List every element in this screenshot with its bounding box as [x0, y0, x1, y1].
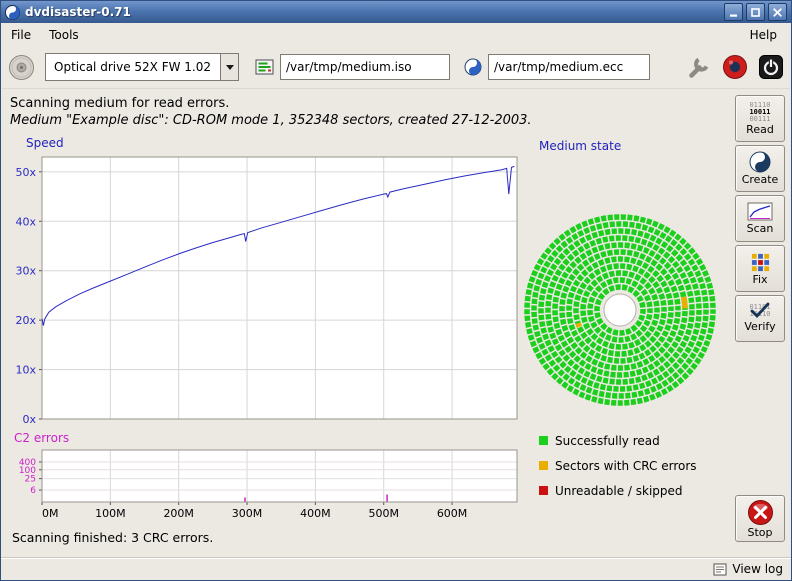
- legend-swatch: [539, 436, 548, 445]
- status-line-2: Medium "Example disc": CD-ROM mode 1, 35…: [10, 113, 532, 128]
- create-button-label: Create: [742, 173, 779, 186]
- stop-icon: [747, 499, 774, 526]
- svg-text:40x: 40x: [15, 215, 36, 228]
- chevron-down-icon: [220, 54, 238, 80]
- scan-result-text: Scanning finished: 3 CRC errors.: [12, 530, 213, 545]
- image-file-icon: [255, 59, 274, 75]
- legend-label: Successfully read: [555, 434, 660, 448]
- menu-file[interactable]: File: [2, 25, 40, 45]
- legend-swatch: [539, 461, 548, 470]
- fix-button-label: Fix: [752, 273, 767, 286]
- stop-button-label: Stop: [747, 526, 772, 539]
- read-button-label: Read: [746, 123, 774, 136]
- drive-icon: [8, 54, 35, 81]
- menu-help[interactable]: Help: [741, 25, 786, 45]
- close-icon: [772, 7, 783, 18]
- view-log-button[interactable]: View log: [713, 562, 783, 576]
- app-icon: [5, 5, 20, 20]
- stop-button[interactable]: Stop: [735, 495, 785, 542]
- svg-text:Speed: Speed: [26, 136, 64, 150]
- legend-swatch: [539, 486, 548, 495]
- minimize-icon: [728, 7, 739, 18]
- fix-button[interactable]: Fix: [735, 245, 785, 292]
- wrench-icon: [686, 54, 712, 80]
- ecc-path-input[interactable]: [488, 54, 650, 80]
- view-log-label: View log: [732, 562, 783, 576]
- binary-read-icon: 01110 10011 00111: [749, 102, 770, 123]
- pixel-repair-icon: [750, 252, 771, 273]
- iso-path-input[interactable]: [280, 54, 450, 80]
- medium-state-disc: [522, 212, 718, 408]
- svg-text:500M: 500M: [368, 507, 399, 520]
- window-title: dvdisaster-0.71: [25, 5, 721, 19]
- svg-text:C2 errors: C2 errors: [14, 431, 69, 445]
- statusbar: View log: [1, 557, 791, 580]
- chart-icon: [747, 202, 773, 222]
- ecc-file-icon: [464, 58, 482, 76]
- maximize-button[interactable]: [746, 3, 765, 21]
- svg-text:10x: 10x: [15, 364, 36, 377]
- legend-item: Sectors with CRC errors: [539, 453, 697, 478]
- legend-item: Successfully read: [539, 428, 697, 453]
- crc-error-sector: [578, 323, 579, 327]
- red-ring-icon: [722, 54, 748, 80]
- log-document-icon: [713, 563, 727, 576]
- power-icon: [758, 54, 784, 80]
- verify-button-label: Verify: [744, 320, 775, 333]
- app-window: dvdisaster-0.71 File Tools Help Optical …: [0, 0, 792, 581]
- drive-select-value: Optical drive 52X FW 1.02: [46, 54, 220, 80]
- svg-text:20x: 20x: [15, 314, 36, 327]
- maximize-icon: [750, 7, 761, 18]
- scan-chart: 0M 100M 200M 300M 400M 500M 600M 0x 10x 20x 30x 40x…: [2, 134, 532, 526]
- titlebar: dvdisaster-0.71: [1, 1, 791, 23]
- verify-button[interactable]: 01101 10110 Verify: [735, 295, 785, 342]
- help-button[interactable]: [722, 54, 748, 80]
- scan-button-label: Scan: [747, 222, 774, 235]
- read-button[interactable]: 01110 10011 00111 Read: [735, 95, 785, 142]
- svg-text:600M: 600M: [437, 507, 468, 520]
- quit-button[interactable]: [758, 54, 784, 80]
- svg-text:30x: 30x: [15, 265, 36, 278]
- svg-text:400M: 400M: [300, 507, 331, 520]
- svg-text:6: 6: [30, 486, 36, 496]
- legend-label: Sectors with CRC errors: [555, 459, 697, 473]
- svg-text:0x: 0x: [22, 413, 36, 426]
- menu-tools[interactable]: Tools: [40, 25, 88, 45]
- svg-text:100M: 100M: [95, 507, 126, 520]
- legend: Successfully read Sectors with CRC error…: [539, 428, 697, 503]
- verify-check-icon: 01101 10110: [747, 304, 773, 320]
- menubar: File Tools Help: [2, 24, 790, 46]
- medium-state-label: Medium state: [539, 139, 621, 153]
- status-line-1: Scanning medium for read errors.: [10, 96, 229, 111]
- yin-yang-icon: [749, 151, 771, 173]
- drive-select[interactable]: Optical drive 52X FW 1.02: [45, 53, 239, 81]
- create-button[interactable]: Create: [735, 145, 785, 192]
- minimize-button[interactable]: [724, 3, 743, 21]
- svg-text:300M: 300M: [232, 507, 263, 520]
- close-button[interactable]: [768, 3, 787, 21]
- action-sidebar: 01110 10011 00111 Read Create: [735, 90, 785, 558]
- svg-text:0M: 0M: [42, 507, 59, 520]
- svg-text:50x: 50x: [15, 166, 36, 179]
- toolbar: Optical drive 52X FW 1.02: [2, 46, 790, 89]
- main-content: Scanning medium for read errors. Medium …: [2, 90, 790, 558]
- legend-label: Unreadable / skipped: [555, 484, 683, 498]
- preferences-button[interactable]: [686, 54, 712, 80]
- crc-error-sector: [684, 297, 685, 303]
- svg-text:200M: 200M: [163, 507, 194, 520]
- scan-button[interactable]: Scan: [735, 195, 785, 242]
- legend-item: Unreadable / skipped: [539, 478, 697, 503]
- svg-text:25: 25: [25, 475, 36, 485]
